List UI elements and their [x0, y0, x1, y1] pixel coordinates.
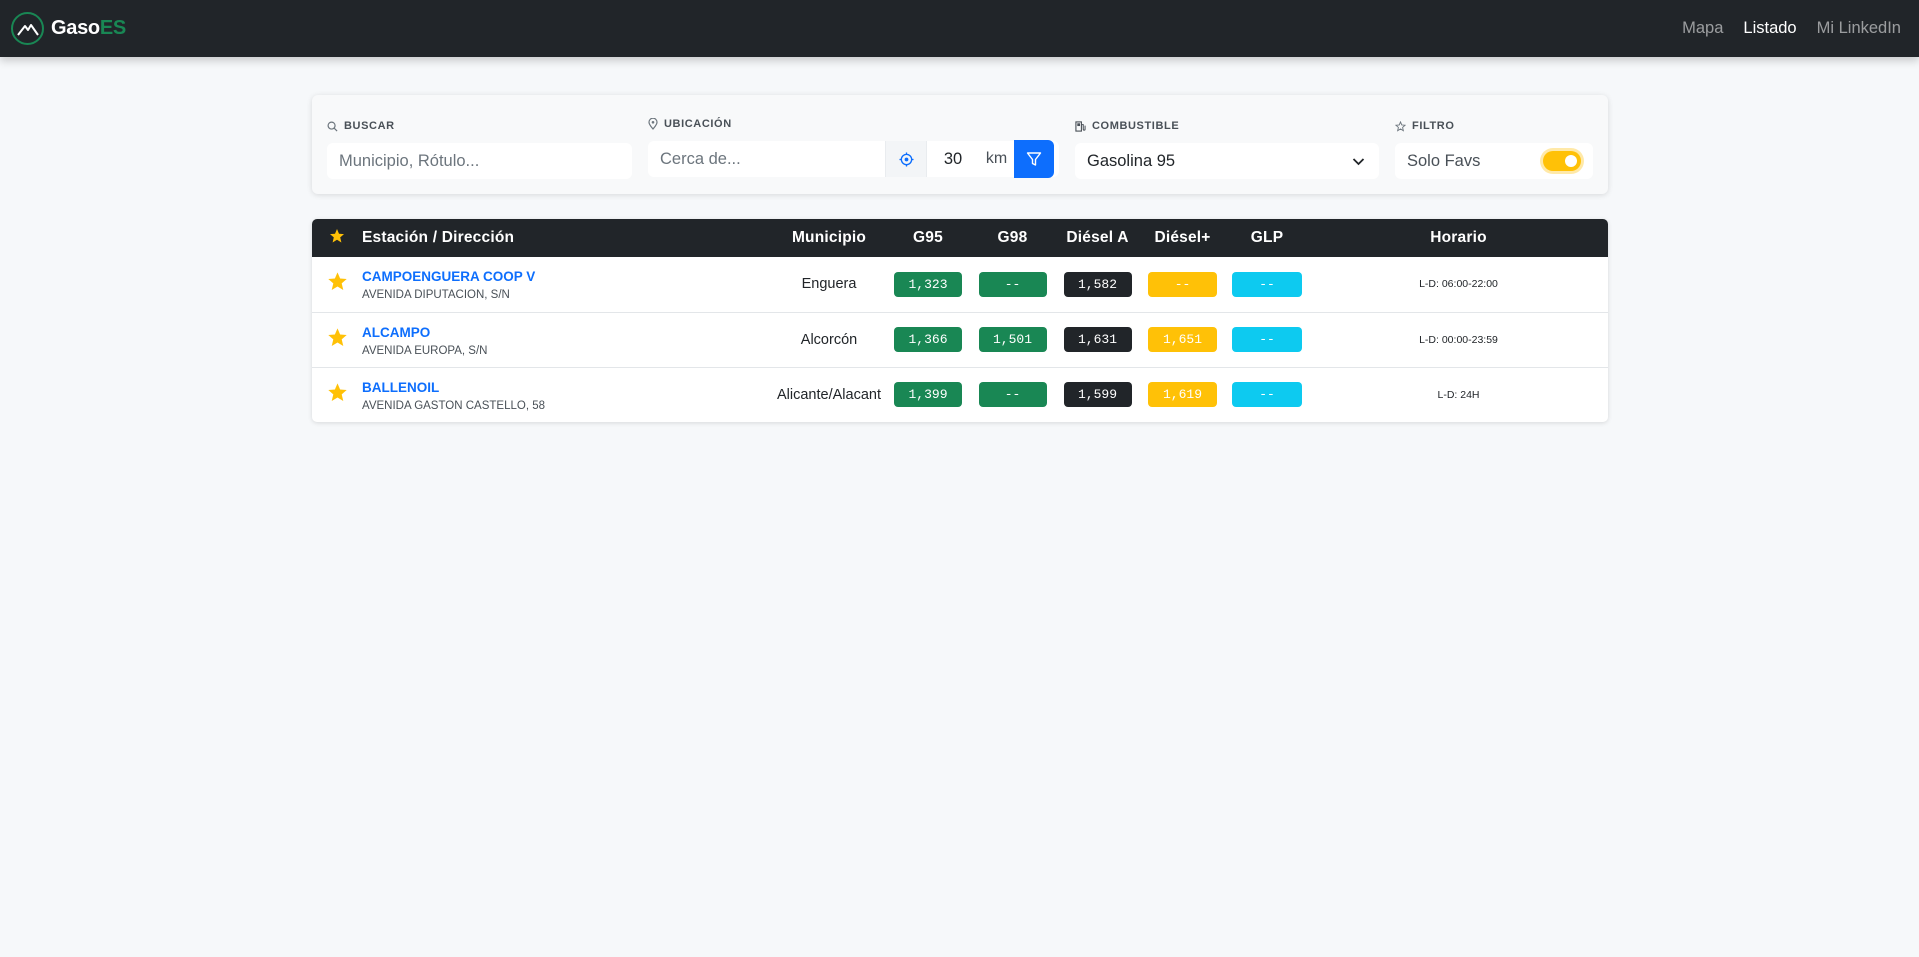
- station-municipio: Alicante/Alacant: [777, 386, 881, 403]
- fuel-pump-icon: [1075, 120, 1086, 132]
- price-diesel-a-badge: 1,599: [1063, 382, 1132, 408]
- header-g95[interactable]: G95: [886, 219, 970, 257]
- fav-filter-group: FILTRO: [1395, 119, 1455, 133]
- fuel-select[interactable]: Gasolina 95: [1075, 143, 1379, 179]
- price-diesel-a-badge: 1,631: [1063, 327, 1132, 352]
- station-name-link[interactable]: CAMPOENGUERA COOP V: [362, 269, 772, 284]
- radius-unit: km: [985, 150, 1008, 167]
- funnel-icon: [1026, 151, 1042, 166]
- table-row: CAMPOENGUERA COOP V AVENIDA DIPUTACION, …: [312, 257, 1608, 312]
- station-name-link[interactable]: BALLENOIL: [362, 380, 772, 395]
- header-g98[interactable]: G98: [970, 219, 1055, 257]
- map-pin-icon: [648, 118, 658, 130]
- fuel-label: COMBUSTIBLE: [1092, 120, 1180, 132]
- search-field[interactable]: [327, 143, 632, 179]
- price-g98-badge: --: [978, 382, 1047, 408]
- radius-input[interactable]: [927, 141, 979, 177]
- price-g98-badge: --: [978, 271, 1047, 297]
- price-g95-badge: 1,399: [894, 382, 962, 408]
- search-label: BUSCAR: [344, 120, 395, 132]
- gps-locate-button[interactable]: [886, 141, 927, 177]
- station-name-link[interactable]: ALCAMPO: [362, 325, 772, 340]
- favorite-star-icon[interactable]: [327, 327, 348, 348]
- star-icon: [330, 228, 344, 242]
- header-horario[interactable]: Horario: [1309, 219, 1608, 257]
- price-diesel-a-badge: 1,582: [1063, 271, 1132, 297]
- station-horario: L-D: 24H: [1437, 388, 1480, 401]
- location-label: UBICACIÓN: [664, 118, 732, 130]
- fav-filter-label: FILTRO: [1412, 120, 1455, 132]
- favorite-star-icon[interactable]: [327, 382, 348, 403]
- header-municipio[interactable]: Municipio: [772, 219, 886, 257]
- favorite-star-icon[interactable]: [327, 271, 348, 292]
- price-g98-badge: 1,501: [978, 327, 1047, 352]
- table-row: BALLENOIL AVENIDA GASTON CASTELLO, 58 Al…: [312, 367, 1608, 422]
- station-address: AVENIDA EUROPA, S/N: [362, 344, 488, 357]
- price-glp-badge: --: [1232, 271, 1302, 297]
- fuel-group: COMBUSTIBLE: [1075, 119, 1179, 133]
- location-input[interactable]: [648, 141, 885, 177]
- chevron-down-icon: [1352, 157, 1365, 165]
- station-municipio: Alcorcón: [800, 331, 858, 348]
- fav-filter-field: Solo Favs: [1395, 143, 1593, 179]
- price-g95-badge: 1,366: [894, 327, 962, 352]
- star-outline-icon: [1395, 120, 1406, 132]
- price-diesel-plus-badge: 1,619: [1148, 382, 1217, 408]
- solo-favs-label: Solo Favs: [1407, 151, 1481, 170]
- navbar: GasoES Mapa Listado Mi LinkedIn: [0, 0, 1919, 57]
- header-diesel-a[interactable]: Diésel A: [1055, 219, 1140, 257]
- header-diesel-plus[interactable]: Diésel+: [1140, 219, 1225, 257]
- stations-table: Estación / Dirección Municipio G95 G98 D…: [312, 219, 1608, 422]
- station-address: AVENIDA GASTON CASTELLO, 58: [362, 399, 546, 412]
- apply-filter-button[interactable]: [1014, 139, 1054, 178]
- location-field: km: [648, 139, 1059, 178]
- crosshair-icon: [898, 151, 914, 167]
- price-glp-badge: --: [1232, 382, 1302, 408]
- station-horario: L-D: 06:00-22:00: [1419, 278, 1498, 291]
- table-header: Estación / Dirección Municipio G95 G98 D…: [312, 219, 1608, 257]
- filter-panel: BUSCAR UBICACIÓN km COMBUSTIBLE: [312, 95, 1608, 194]
- price-glp-badge: --: [1232, 327, 1302, 352]
- header-glp[interactable]: GLP: [1225, 219, 1309, 257]
- nav-links: Mapa Listado Mi LinkedIn: [1682, 19, 1901, 38]
- price-diesel-plus-badge: 1,651: [1148, 327, 1217, 352]
- solo-favs-toggle[interactable]: [1543, 151, 1581, 171]
- header-fav-star: [312, 219, 362, 257]
- price-g95-badge: 1,323: [894, 271, 962, 297]
- brand-name: GasoES: [51, 17, 126, 39]
- fuel-selected-value: Gasolina 95: [1087, 151, 1176, 170]
- station-address: AVENIDA DIPUTACION, S/N: [362, 289, 510, 302]
- header-station[interactable]: Estación / Dirección: [362, 219, 772, 257]
- station-horario: L-D: 00:00-23:59: [1419, 333, 1498, 346]
- mountain-logo-icon: [11, 12, 44, 45]
- search-icon: [327, 121, 338, 132]
- location-group: UBICACIÓN: [648, 117, 732, 131]
- price-diesel-plus-badge: --: [1148, 271, 1217, 297]
- search-group: BUSCAR: [327, 119, 395, 133]
- nav-link-listado[interactable]: Listado: [1743, 19, 1796, 38]
- station-municipio: Enguera: [801, 276, 857, 293]
- nav-link-mapa[interactable]: Mapa: [1682, 19, 1723, 38]
- search-input[interactable]: [327, 143, 632, 179]
- brand[interactable]: GasoES: [11, 12, 126, 45]
- nav-link-linkedin[interactable]: Mi LinkedIn: [1817, 19, 1901, 38]
- table-row: ALCAMPO AVENIDA EUROPA, S/N Alcorcón 1,3…: [312, 312, 1608, 367]
